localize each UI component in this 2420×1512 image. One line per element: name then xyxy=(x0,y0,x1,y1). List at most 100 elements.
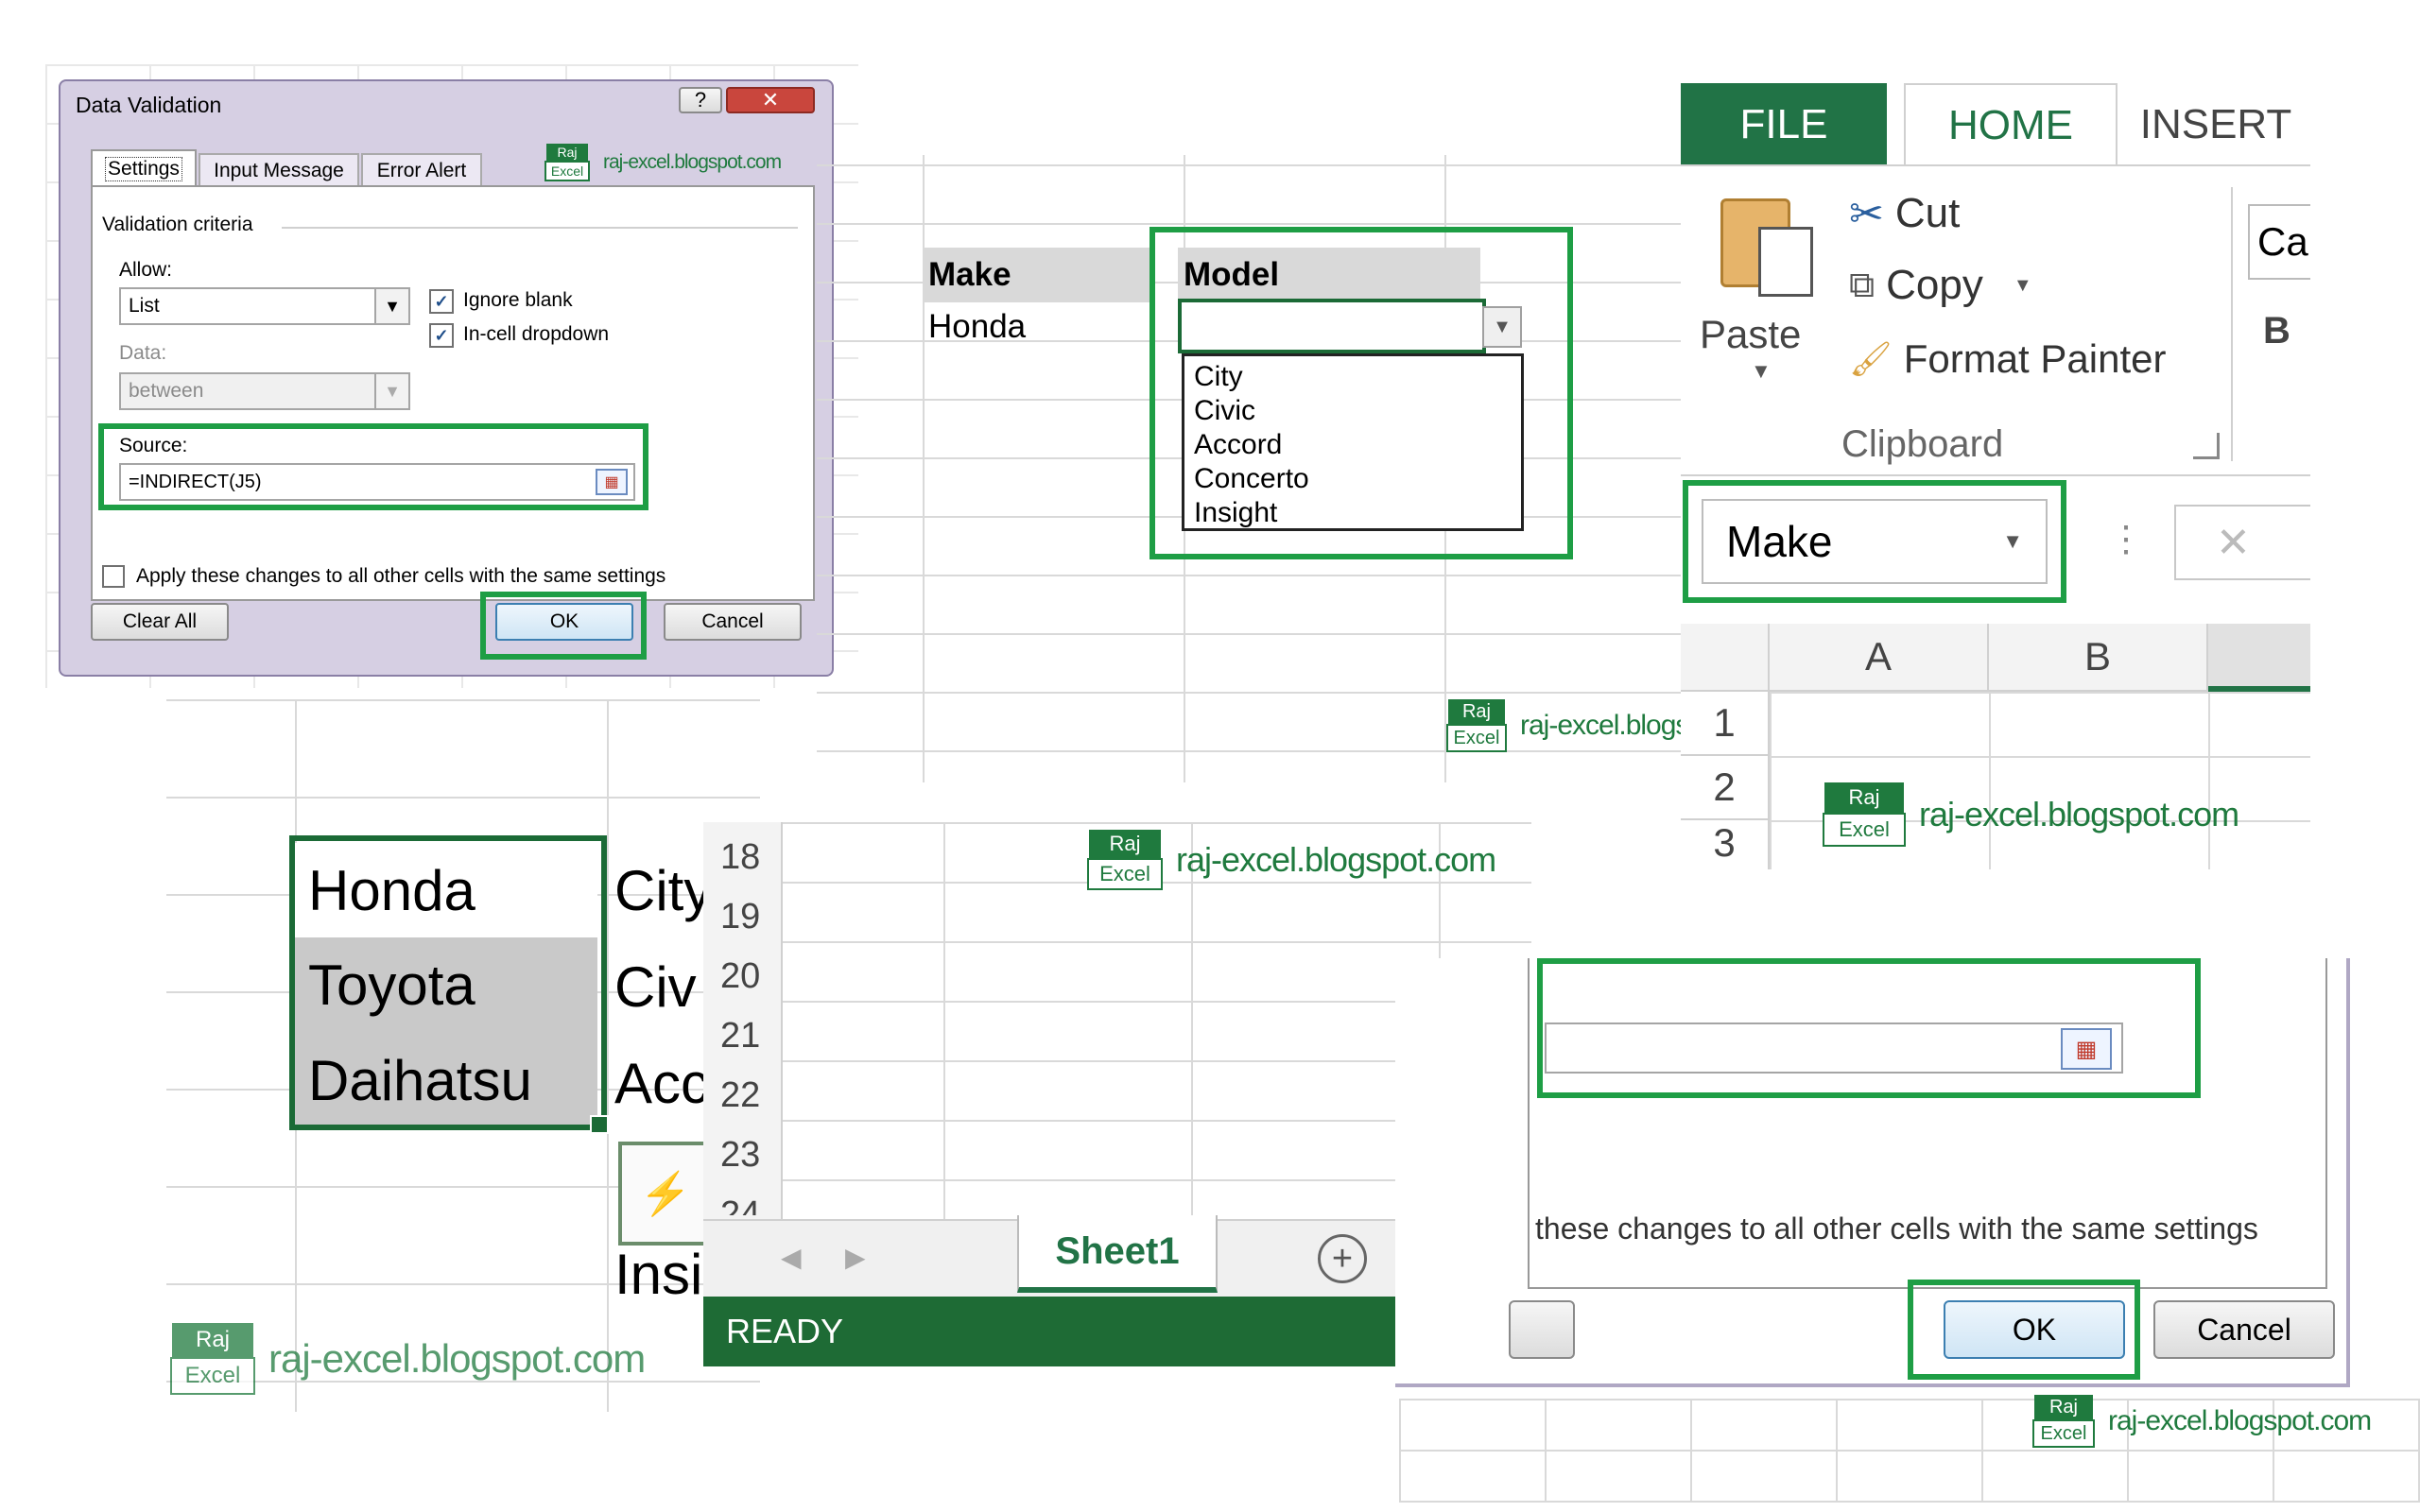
source-label: Source: xyxy=(119,435,188,456)
apply-all-label: Apply these changes to all other cells w… xyxy=(136,565,666,587)
fill-handle[interactable] xyxy=(590,1115,609,1134)
paste-button[interactable]: Paste ▼ xyxy=(1700,189,1832,406)
model-active-cell[interactable] xyxy=(1178,299,1486,353)
makes-selection-border xyxy=(289,835,607,1130)
row-header[interactable]: 24 xyxy=(720,1194,760,1215)
clear-all-button[interactable]: Clear All xyxy=(91,603,229,641)
ok-button[interactable]: OK xyxy=(495,603,633,641)
font-name-box[interactable]: Ca xyxy=(2248,204,2310,280)
chevron-down-icon: ▼ xyxy=(1493,316,1512,337)
raj-excel-logo: Raj Excel raj-excel.blogspot.com xyxy=(1823,782,2239,847)
zoom-dialog-panel: ▦ these changes to all other cells with … xyxy=(1395,958,2369,1408)
chevron-down-icon: ▼ xyxy=(374,289,408,323)
add-sheet-icon[interactable]: + xyxy=(1318,1234,1367,1283)
paintbrush-icon: 🖌 xyxy=(1849,339,1893,378)
raj-excel-logo: Raj Excel raj-excel.blogspot.com xyxy=(544,144,782,181)
criteria-divider xyxy=(282,227,798,229)
zoom-apply-label: these changes to all other cells with th… xyxy=(1535,1211,2258,1246)
column-header-c[interactable] xyxy=(2208,624,2310,692)
allow-label: Allow: xyxy=(119,259,173,281)
dialog-launcher-icon[interactable] xyxy=(2193,433,2220,459)
tab-error-alert[interactable]: Error Alert xyxy=(361,153,482,187)
quick-analysis-button[interactable]: ⚡ xyxy=(618,1142,713,1246)
chevron-down-icon: ▼ xyxy=(2013,274,2032,296)
range-picker-icon[interactable]: ▦ xyxy=(596,469,628,495)
chevron-down-icon: ▼ xyxy=(374,374,408,408)
row-header-3[interactable]: 3 xyxy=(1681,820,1770,869)
sheet-tab-sheet1[interactable]: Sheet1 xyxy=(1017,1215,1218,1293)
row-header-2[interactable]: 2 xyxy=(1681,756,1770,820)
model-cell: Acc xyxy=(614,1052,710,1115)
validation-criteria-label: Validation criteria xyxy=(102,214,253,235)
paste-sheet-icon xyxy=(1758,227,1813,297)
status-text: READY xyxy=(726,1312,844,1350)
range-picker-icon[interactable]: ▦ xyxy=(2061,1028,2112,1070)
help-button[interactable]: ? xyxy=(679,87,722,113)
zoom-ok-button[interactable]: OK xyxy=(1944,1300,2125,1359)
row-header[interactable]: 21 xyxy=(720,1016,760,1057)
format-painter-button[interactable]: 🖌 Format Painter xyxy=(1849,331,2166,387)
dialog-title: Data Validation xyxy=(76,93,222,117)
raj-excel-logo: Raj Excel raj-excel.blogspot.com xyxy=(2032,1395,2372,1448)
dropdown-option[interactable]: City xyxy=(1194,360,1512,394)
row-header[interactable]: 22 xyxy=(720,1075,760,1116)
tab-file[interactable]: FILE xyxy=(1681,83,1887,166)
row-header[interactable]: 18 xyxy=(720,837,760,878)
in-cell-dropdown-label: In-cell dropdown xyxy=(463,323,610,345)
allow-select[interactable]: List ▼ xyxy=(119,287,410,325)
model-cell: Insi xyxy=(614,1243,703,1306)
copy-button[interactable]: ⧉ Copy ▼ xyxy=(1849,257,2032,314)
select-all-corner[interactable] xyxy=(1681,624,1770,692)
cancel-button[interactable]: Cancel xyxy=(664,603,802,641)
zoom-cancel-button[interactable]: Cancel xyxy=(2153,1300,2335,1359)
make-value-cell: Honda xyxy=(928,308,1027,345)
tab-home[interactable]: HOME xyxy=(1904,83,2118,166)
quick-analysis-icon: ⚡ xyxy=(639,1171,692,1217)
chevron-down-icon: ▼ xyxy=(1751,359,1772,383)
tab-insert[interactable]: INSERT xyxy=(2121,83,2310,166)
close-icon: ✕ xyxy=(2216,519,2251,566)
in-cell-dropdown-checkbox[interactable]: ✓ xyxy=(429,323,454,348)
raj-excel-logo: Raj Excel raj-excel.blogs xyxy=(1446,699,1689,752)
dropdown-arrow-button[interactable]: ▼ xyxy=(1482,306,1522,348)
scissors-icon: ✂ xyxy=(1849,190,1884,237)
settings-tab-body: Validation criteria Allow: List ▼ ✓ Igno… xyxy=(91,185,815,601)
close-icon: ✕ xyxy=(761,88,780,112)
ribbon-panel: FILE HOME INSERT Paste ▼ ✂ Cut ⧉ Copy ▼ … xyxy=(1681,83,2310,869)
column-header-b[interactable]: B xyxy=(1989,624,2208,692)
cut-button[interactable]: ✂ Cut xyxy=(1849,185,1960,242)
formula-bar-splitter[interactable]: ⋮ xyxy=(2108,518,2144,560)
row-header[interactable]: 20 xyxy=(720,956,760,997)
ignore-blank-checkbox[interactable]: ✓ xyxy=(429,289,454,314)
dropdown-option[interactable]: Accord xyxy=(1194,428,1512,462)
group-divider xyxy=(2231,187,2233,461)
cancel-formula-button[interactable]: ✕ xyxy=(2174,505,2310,580)
row-header[interactable]: 19 xyxy=(720,897,760,937)
data-label: Data: xyxy=(119,342,167,364)
source-input[interactable]: =INDIRECT(J5) ▦ xyxy=(119,463,635,501)
apply-all-checkbox[interactable] xyxy=(102,565,125,588)
column-header-a[interactable]: A xyxy=(1770,624,1989,692)
row-header-1[interactable]: 1 xyxy=(1681,692,1770,756)
close-button[interactable]: ✕ xyxy=(726,87,815,113)
data-select[interactable]: between ▼ xyxy=(119,372,410,410)
scroll-left-icon[interactable]: ◀ xyxy=(781,1242,802,1273)
model-cell: Civ xyxy=(614,955,697,1019)
tab-settings[interactable]: Settings xyxy=(91,149,197,187)
raj-excel-logo: Raj Excel raj-excel.blogspot.com xyxy=(170,1323,646,1395)
name-box[interactable]: Make ▼ xyxy=(1702,499,2048,584)
data-validation-dialog: Data Validation ? ✕ Settings Input Messa… xyxy=(59,79,834,677)
copy-icon: ⧉ xyxy=(1849,265,1876,305)
bold-button[interactable]: B xyxy=(2263,310,2290,352)
dropdown-option[interactable]: Concerto xyxy=(1194,462,1512,496)
raj-excel-logo: Raj Excel raj-excel.blogspot.com xyxy=(1087,830,1496,890)
scroll-right-icon[interactable]: ▶ xyxy=(845,1242,866,1273)
tab-input-message[interactable]: Input Message xyxy=(199,153,359,187)
dropdown-option[interactable]: Insight xyxy=(1194,496,1512,530)
row-header[interactable]: 23 xyxy=(720,1135,760,1176)
chevron-down-icon: ▼ xyxy=(2002,529,2023,553)
dropdown-option[interactable]: Civic xyxy=(1194,394,1512,428)
zoom-clear-all-button[interactable] xyxy=(1509,1300,1575,1359)
zoom-source-input[interactable]: ▦ xyxy=(1545,1022,2123,1074)
dropdown-list[interactable]: City Civic Accord Concerto Insight xyxy=(1182,353,1524,531)
